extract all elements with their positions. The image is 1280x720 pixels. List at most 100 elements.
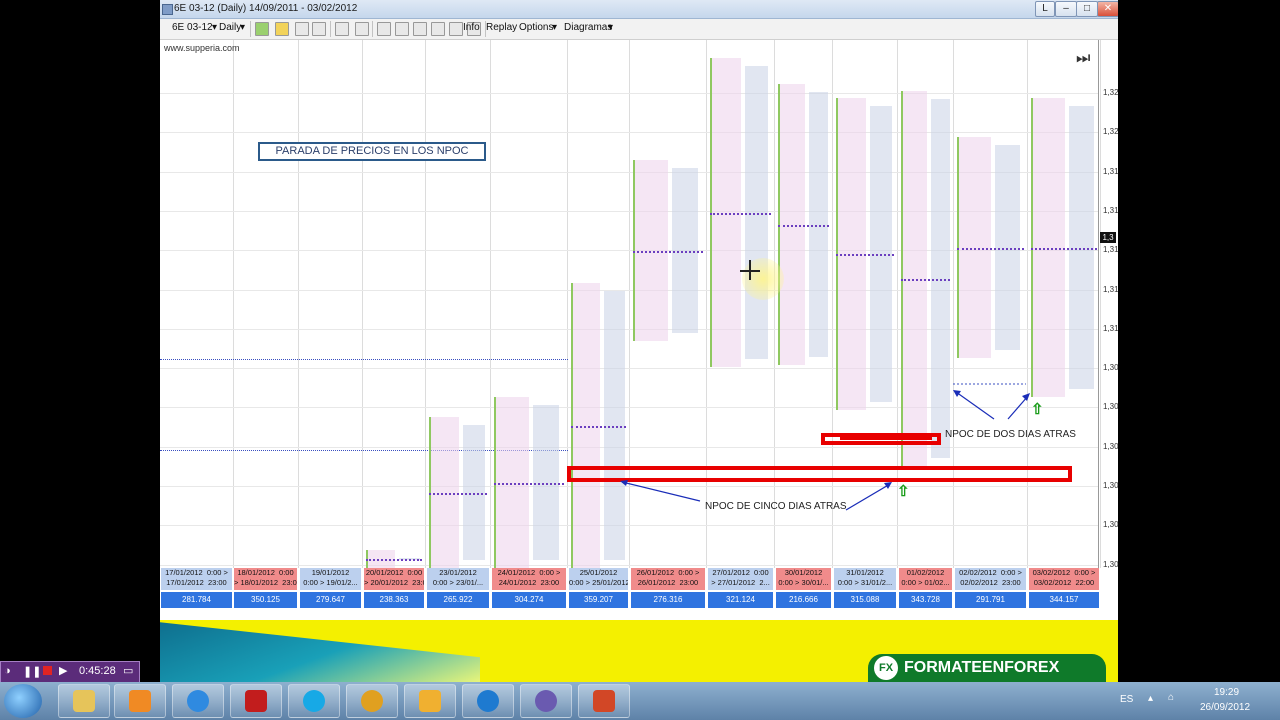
- arrow-head: [884, 482, 892, 489]
- layout-button[interactable]: L: [1035, 1, 1055, 17]
- website-label: www.supperia.com: [164, 43, 240, 53]
- dropdown-arrow-icon[interactable]: ▾: [240, 22, 245, 33]
- trading-window: 6E 03-12 (Daily) 14/09/2011 - 03/02/2012…: [160, 0, 1118, 682]
- flower-icon: [361, 690, 383, 712]
- symbol-selector[interactable]: 6E 03-12: [172, 22, 213, 33]
- brand-logo: FX FORMATEENFOREX: [868, 654, 1106, 682]
- go-to-end-icon[interactable]: ⏭: [1076, 50, 1090, 68]
- window-title: 6E 03-12 (Daily) 14/09/2011 - 03/02/2012: [174, 3, 358, 14]
- taskbar-pie-app[interactable]: [520, 684, 572, 718]
- session-date-range: 23/01/2012 0:00 > 23/01/...: [427, 568, 489, 590]
- session-volume: 276.316: [631, 592, 705, 608]
- taskbar-teamviewer[interactable]: [462, 684, 514, 718]
- session-volume: 343.728: [899, 592, 952, 608]
- arrow-head: [1022, 393, 1030, 401]
- pencil-icon[interactable]: [275, 22, 289, 36]
- session-date-range: 31/01/2012 0:00 > 31/01/2...: [834, 568, 896, 590]
- taskbar-flower-app[interactable]: [346, 684, 398, 718]
- cursor-icon[interactable]: [335, 22, 349, 36]
- taskbar-powerpoint[interactable]: [578, 684, 630, 718]
- chart-type-icon[interactable]: [255, 22, 269, 36]
- banner-wedge: [160, 620, 480, 682]
- session-date-range: 25/01/2012 0:00 > 25/01/2012: [569, 568, 628, 590]
- options-menu[interactable]: Options: [519, 22, 553, 33]
- system-tray: ES ▴ ⌂ 19:29 26/09/2012: [1112, 682, 1280, 720]
- session-date-range: 02/02/2012 0:00 > 02/02/2012 23:00: [955, 568, 1026, 590]
- dropdown-arrow-icon[interactable]: ▾: [212, 22, 217, 33]
- taskbar-skype[interactable]: [288, 684, 340, 718]
- session-date-range: 03/02/2012 0:00 > 03/02/2012 22:00: [1029, 568, 1099, 590]
- taskbar-acrobat[interactable]: [230, 684, 282, 718]
- toolbar-separator: [330, 21, 331, 37]
- clock-time[interactable]: 19:29: [1214, 687, 1239, 698]
- market-profile-chart[interactable]: 1,32 1,32 1,31 1,31 1,31 1,31 1,31 1,30 1,30 1,30…: [160, 40, 1118, 569]
- powerpoint-icon: [593, 690, 615, 712]
- taskbar-outlook[interactable]: [404, 684, 456, 718]
- up-arrow-icon: ⇧: [1031, 401, 1044, 418]
- up-arrow-icon: ⇧: [897, 483, 910, 500]
- session-volume: 315.088: [834, 592, 896, 608]
- outlook-icon: [419, 690, 441, 712]
- taskbar-media[interactable]: [114, 684, 166, 718]
- skype-icon: [303, 690, 325, 712]
- arrow-to-two-day-poc-right: [1007, 395, 1029, 420]
- page-icon[interactable]: [395, 22, 409, 36]
- stop-icon[interactable]: [43, 666, 52, 675]
- close-button[interactable]: ✕: [1097, 1, 1118, 17]
- taskbar-explorer[interactable]: [58, 684, 110, 718]
- toolbar: 6E 03-12 ▾ Daily ▾ Info Replay Options ▾…: [160, 19, 1118, 40]
- minimize-icon[interactable]: ▭: [123, 664, 133, 677]
- arrow-to-two-day-poc: [955, 391, 995, 420]
- eraser-icon[interactable]: [312, 22, 326, 36]
- folder-icon: [73, 690, 95, 712]
- session-date-range: 30/01/2012 0:00 > 30/01/...: [776, 568, 831, 590]
- app-icon: [162, 4, 173, 15]
- session-volume: 281.784: [161, 592, 232, 608]
- toolbar-separator: [250, 21, 251, 37]
- teamviewer-icon: [477, 690, 499, 712]
- period-selector[interactable]: Daily: [219, 22, 241, 33]
- pause-icon[interactable]: ❚❚: [23, 665, 41, 678]
- maximize-button[interactable]: □: [1076, 1, 1098, 17]
- session-volume: 321.124: [708, 592, 773, 608]
- dropdown-arrow-icon[interactable]: ▾: [608, 22, 613, 33]
- play-icon[interactable]: ▶: [59, 664, 67, 677]
- info-button[interactable]: Info: [463, 22, 480, 33]
- arrow-to-five-day-poc: [621, 481, 701, 502]
- screen-recorder-bar: ◑ ❚❚ ▶ 0:45:28 ▭: [0, 661, 140, 683]
- session-volume: 238.363: [364, 592, 424, 608]
- diagramas-menu[interactable]: Diagramas: [564, 22, 612, 33]
- media-player-icon: [129, 690, 151, 712]
- pie-chart-icon: [535, 690, 557, 712]
- start-button[interactable]: [4, 684, 42, 718]
- show-hidden-icons-icon[interactable]: ▴: [1148, 693, 1153, 704]
- replay-button[interactable]: Replay: [486, 22, 517, 33]
- session-volume: 350.125: [234, 592, 297, 608]
- grid-icon[interactable]: [449, 22, 463, 36]
- zoom-icon[interactable]: [377, 22, 391, 36]
- arrow-head: [953, 390, 961, 397]
- network-icon[interactable]: ⌂: [1168, 692, 1174, 703]
- session-volume: 265.922: [427, 592, 489, 608]
- crosshair-icon[interactable]: [355, 22, 369, 36]
- document-icon[interactable]: [413, 22, 427, 36]
- session-volume: 291.791: [955, 592, 1026, 608]
- session-date-range: 17/01/2012 0:00 > 17/01/2012 23:00: [161, 568, 232, 590]
- windows-taskbar: ES ▴ ⌂ 19:29 26/09/2012: [0, 682, 1280, 720]
- minimize-button[interactable]: –: [1055, 1, 1077, 17]
- copy-icon[interactable]: [431, 22, 445, 36]
- session-date-range: 19/01/2012 0:00 > 19/01/2...: [300, 568, 361, 590]
- session-volume: 279.647: [300, 592, 361, 608]
- recorder-logo-icon: ◑: [4, 665, 11, 677]
- line-tool-icon[interactable]: [295, 22, 309, 36]
- dropdown-arrow-icon[interactable]: ▾: [552, 22, 557, 33]
- session-date-range: 20/01/2012 0:00 > 20/01/2012 23:00: [364, 568, 424, 590]
- acrobat-icon: [245, 690, 267, 712]
- taskbar-internet-explorer[interactable]: [172, 684, 224, 718]
- session-date-range: 18/01/2012 0:00 > 18/01/2012 23:00: [234, 568, 297, 590]
- language-indicator[interactable]: ES: [1120, 694, 1133, 705]
- clock-date[interactable]: 26/09/2012: [1200, 702, 1250, 713]
- crosshair-cursor-icon: [749, 260, 751, 280]
- session-date-range: 26/01/2012 0:00 > 26/01/2012 23:00: [631, 568, 705, 590]
- brand-logo-text: FORMATEENFOREX: [904, 659, 1060, 676]
